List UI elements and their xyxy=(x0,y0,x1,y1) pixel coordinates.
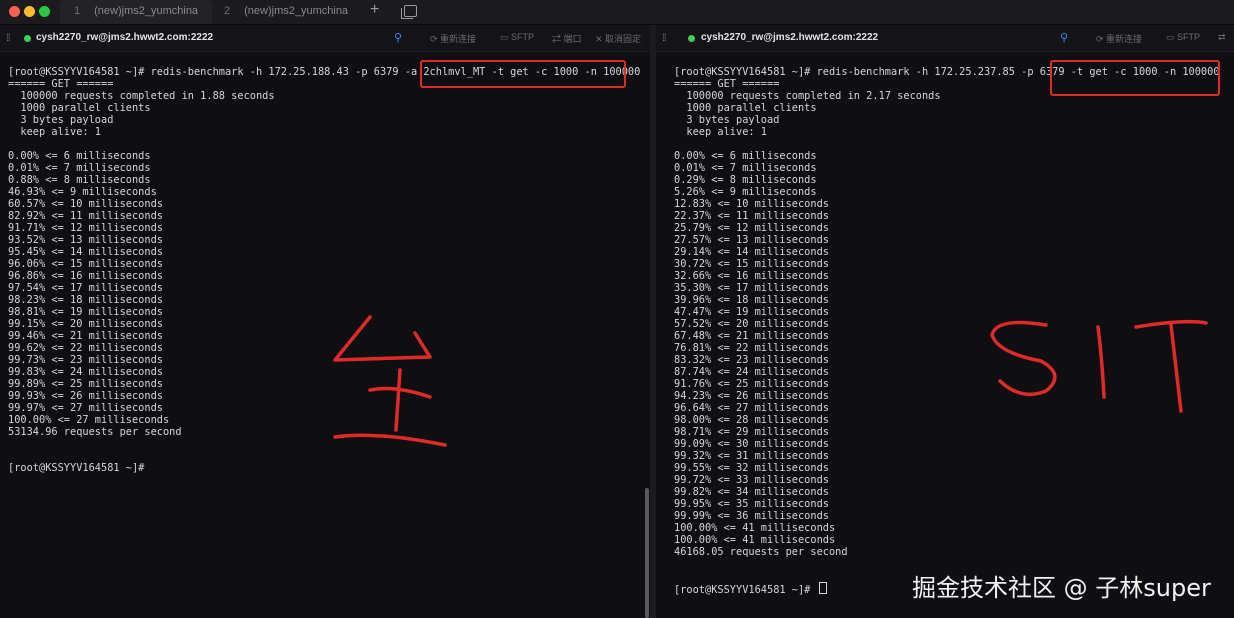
terminal-line: 98.71% <= 29 milliseconds xyxy=(674,426,829,438)
terminal-pane-right[interactable]: ⁞⁞ cysh2270_rw@jms2.hwwt2.com:2222 ⚲ ⟳ 重… xyxy=(656,25,1234,618)
terminal-app-window: 1 (new)jms2_yumchina 2 (new)jms2_yumchina … xyxy=(0,0,1234,618)
connection-status-icon xyxy=(688,35,695,42)
tab-number: 2 xyxy=(224,5,231,17)
tab-2[interactable]: 2 (new)jms2_yumchina xyxy=(216,0,356,24)
terminal-line: 99.72% <= 33 milliseconds xyxy=(674,474,829,486)
terminal-line: 22.37% <= 11 milliseconds xyxy=(674,210,829,222)
terminal-line: 46.93% <= 9 milliseconds xyxy=(8,186,157,198)
terminal-cursor xyxy=(818,582,827,594)
new-tab-plus-icon[interactable]: + xyxy=(370,1,379,19)
port-button[interactable]: ⇄ 端口 xyxy=(552,32,582,45)
sftp-label: SFTP xyxy=(1177,32,1201,42)
unpin-button[interactable]: ✕ 取消固定 xyxy=(595,32,641,45)
drag-grip-icon[interactable]: ⁞⁞ xyxy=(662,33,666,44)
handwritten-annotation-left xyxy=(333,315,447,447)
reconnect-button[interactable]: ⟳ 重新连接 xyxy=(1096,32,1142,45)
watermark-text: 掘金技术社区 @ 子林super xyxy=(912,574,1211,602)
terminal-line: 0.01% <= 7 milliseconds xyxy=(674,162,817,174)
terminal-line: 29.14% <= 14 milliseconds xyxy=(674,246,829,258)
terminal-line: 100.00% <= 41 milliseconds xyxy=(674,534,836,546)
terminal-line: 46168.05 requests per second xyxy=(674,546,848,558)
highlight-box-right xyxy=(1050,60,1220,96)
reconnect-button[interactable]: ⟳ 重新连接 xyxy=(430,32,476,45)
terminal-line: 32.66% <= 16 milliseconds xyxy=(674,270,829,282)
terminal-line: 100000 requests completed in 1.88 second… xyxy=(8,90,275,102)
terminal-line: 0.29% <= 8 milliseconds xyxy=(674,174,817,186)
pin-icon[interactable]: ⚲ xyxy=(1060,31,1068,44)
terminal-line: 82.92% <= 11 milliseconds xyxy=(8,210,163,222)
terminal-line: 1000 parallel clients xyxy=(8,102,151,114)
terminal-line: 99.09% <= 30 milliseconds xyxy=(674,438,829,450)
pane-header-right: ⁞⁞ cysh2270_rw@jms2.hwwt2.com:2222 ⚲ ⟳ 重… xyxy=(656,25,1234,52)
reconnect-label: 重新连接 xyxy=(440,34,477,44)
terminal-line: 25.79% <= 12 milliseconds xyxy=(674,222,829,234)
terminal-line: 91.71% <= 12 milliseconds xyxy=(8,222,163,234)
unpin-label: 取消固定 xyxy=(605,34,642,44)
minimize-window-button[interactable] xyxy=(24,6,35,17)
tab-number: 1 xyxy=(74,5,81,17)
highlight-box-left xyxy=(420,60,626,88)
terminal-pane-left[interactable]: ⁞⁞ cysh2270_rw@jms2.hwwt2.com:2222 ⚲ ⟳ 重… xyxy=(0,25,650,618)
terminal-line: 60.57% <= 10 milliseconds xyxy=(8,198,163,210)
tab-label: (new)jms2_yumchina xyxy=(244,5,349,17)
zoom-window-button[interactable] xyxy=(39,6,50,17)
terminal-line: 96.86% <= 16 milliseconds xyxy=(8,270,163,282)
terminal-line: 0.01% <= 7 milliseconds xyxy=(8,162,151,174)
terminal-line: 99.32% <= 31 milliseconds xyxy=(674,450,829,462)
connection-status-icon xyxy=(24,35,31,42)
terminal-line: 1000 parallel clients xyxy=(674,102,817,114)
terminal-line: 99.55% <= 32 milliseconds xyxy=(674,462,829,474)
terminal-line: 100.00% <= 41 milliseconds xyxy=(674,522,836,534)
session-host-label: cysh2270_rw@jms2.hwwt2.com:2222 xyxy=(701,32,879,43)
terminal-line: 0.00% <= 6 milliseconds xyxy=(8,150,151,162)
terminal-line: 95.45% <= 14 milliseconds xyxy=(8,246,163,258)
terminal-line: 96.06% <= 15 milliseconds xyxy=(8,258,163,270)
terminal-line: 97.54% <= 17 milliseconds xyxy=(8,282,163,294)
pane-header-left: ⁞⁞ cysh2270_rw@jms2.hwwt2.com:2222 ⚲ ⟳ 重… xyxy=(0,25,650,52)
sftp-button[interactable]: ▭ SFTP xyxy=(500,32,534,43)
terminal-line: 35.30% <= 17 milliseconds xyxy=(674,282,829,294)
terminal-line: 12.83% <= 10 milliseconds xyxy=(674,198,829,210)
reconnect-label: 重新连接 xyxy=(1106,34,1143,44)
drag-grip-icon[interactable]: ⁞⁞ xyxy=(6,33,10,44)
handwritten-annotation-right xyxy=(990,319,1208,413)
terminal-line: [root@KSSYYV164581 ~]# xyxy=(8,462,145,474)
window-layout-icon[interactable] xyxy=(401,5,417,19)
scrollbar-left[interactable] xyxy=(645,488,649,618)
tab-1[interactable]: 1 (new)jms2_yumchina xyxy=(60,0,212,24)
terminal-line: 27.57% <= 13 milliseconds xyxy=(674,234,829,246)
terminal-line: keep alive: 1 xyxy=(8,126,101,138)
port-label: 端口 xyxy=(563,34,582,44)
terminal-line: 39.96% <= 18 milliseconds xyxy=(674,294,829,306)
terminal-line: 30.72% <= 15 milliseconds xyxy=(674,258,829,270)
terminal-line: 99.95% <= 35 milliseconds xyxy=(674,498,829,510)
sftp-button[interactable]: ▭ SFTP xyxy=(1166,32,1200,43)
terminal-line: 5.26% <= 9 milliseconds xyxy=(674,186,817,198)
pin-icon[interactable]: ⚲ xyxy=(394,31,402,44)
title-bar: 1 (new)jms2_yumchina 2 (new)jms2_yumchina … xyxy=(0,0,1234,25)
tab-label: (new)jms2_yumchina xyxy=(94,5,199,17)
sftp-label: SFTP xyxy=(511,32,535,42)
terminal-line: 0.88% <= 8 milliseconds xyxy=(8,174,151,186)
more-button[interactable]: ⇄ xyxy=(1218,32,1226,43)
terminal-line: 3 bytes payload xyxy=(8,114,114,126)
terminal-line: keep alive: 1 xyxy=(674,126,767,138)
session-host-label: cysh2270_rw@jms2.hwwt2.com:2222 xyxy=(36,32,214,43)
terminal-line: 3 bytes payload xyxy=(674,114,780,126)
terminal-line: 0.00% <= 6 milliseconds xyxy=(674,150,817,162)
close-window-button[interactable] xyxy=(9,6,20,17)
terminal-line: 93.52% <= 13 milliseconds xyxy=(8,234,163,246)
terminal-line: 99.99% <= 36 milliseconds xyxy=(674,510,829,522)
terminal-line: 99.82% <= 34 milliseconds xyxy=(674,486,829,498)
